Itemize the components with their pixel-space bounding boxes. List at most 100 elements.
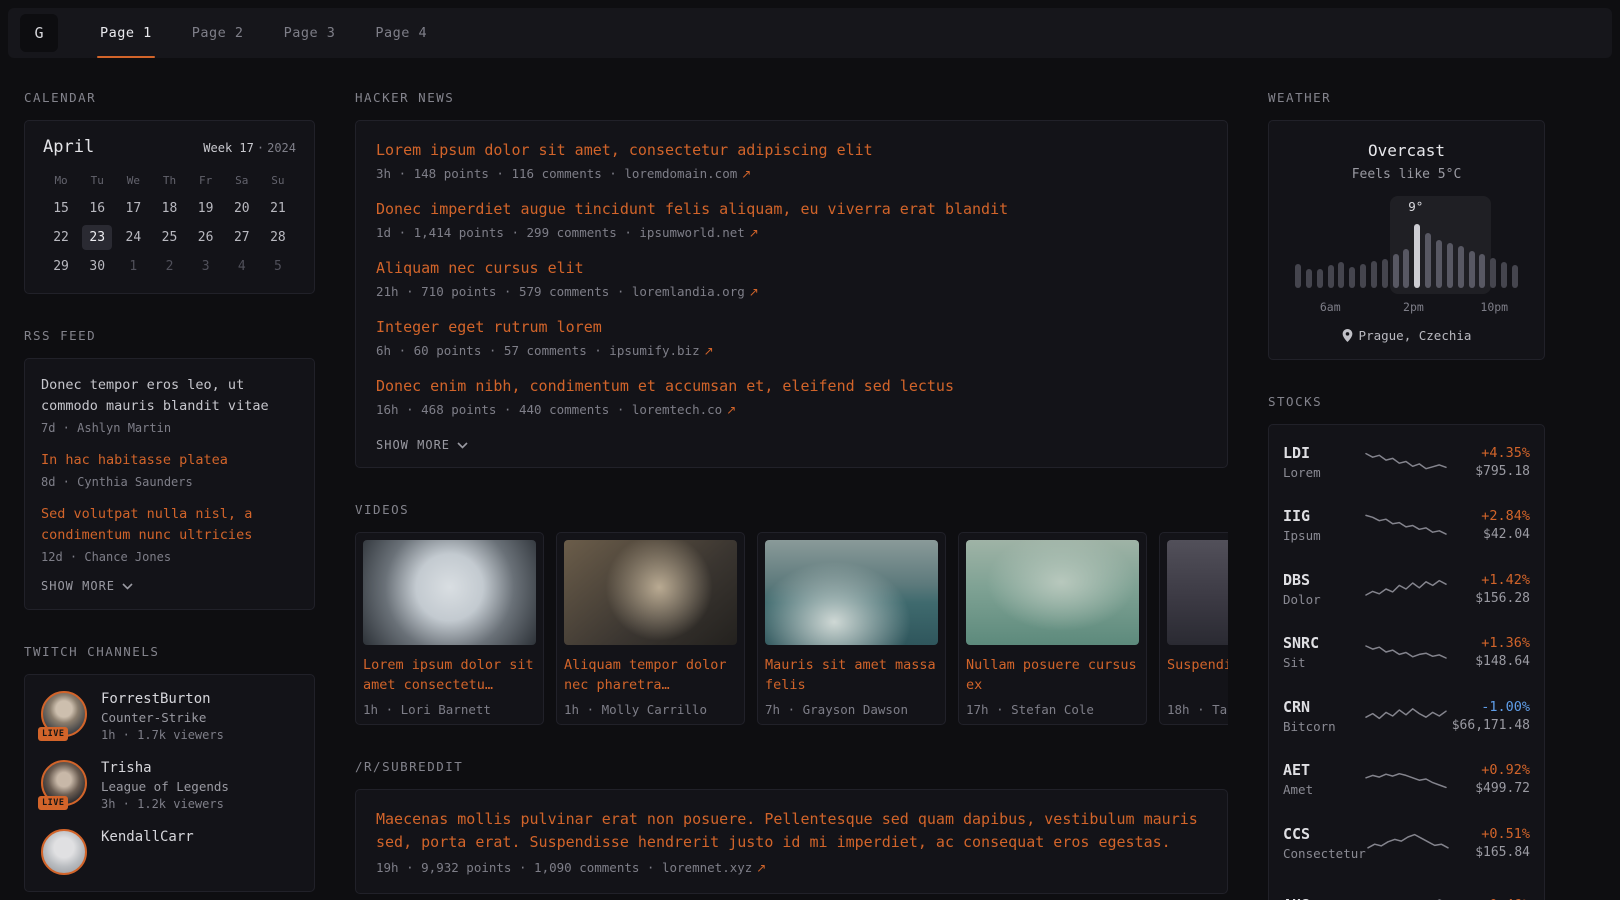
video-thumbnail	[765, 540, 938, 645]
stock-price: $148.64	[1448, 654, 1530, 669]
stocks-list: LDI Lorem +4.35% $795.18 IIG Ipsum +2.84…	[1268, 424, 1545, 900]
hackernews-item-link[interactable]: ipsumworld.net	[639, 225, 744, 240]
middle-column: HACKER NEWS Lorem ipsum dolor sit amet, …	[355, 90, 1228, 894]
weather-hour-bar	[1317, 269, 1323, 288]
page-tab[interactable]: Page 1	[80, 8, 172, 58]
video-meta: 1h · Lori Barnett	[363, 702, 536, 717]
stock-name: Consectetur	[1283, 846, 1366, 861]
stock-name: Lorem	[1283, 465, 1364, 480]
hackernews-item[interactable]: Aliquam nec cursus elit 21h · 710 points…	[376, 257, 1207, 299]
video-thumbnail	[966, 540, 1139, 645]
subreddit-post[interactable]: Maecenas mollis pulvinar erat non posuer…	[376, 808, 1207, 875]
calendar-weekday-header: Su	[260, 167, 296, 194]
weather-hour-bar	[1338, 262, 1344, 288]
stocks-widget: STOCKS LDI Lorem +4.35% $795.18 IIG Ipsu…	[1268, 394, 1545, 900]
stock-row[interactable]: CRN Bitcorn -1.00% $66,171.48	[1283, 684, 1530, 748]
calendar-weekday-header: Sa	[224, 167, 260, 194]
hackernews-item[interactable]: Donec imperdiet augue tincidunt felis al…	[376, 198, 1207, 240]
weather-hour-bar	[1414, 224, 1420, 288]
rss-item[interactable]: In hac habitasse platea 8d · Cynthia Sau…	[41, 450, 298, 489]
hackernews-item-title: Aliquam nec cursus elit	[376, 257, 1207, 279]
calendar-day: 15	[46, 196, 76, 221]
avatar: LIVE	[41, 760, 87, 806]
calendar-day: 26	[191, 225, 221, 250]
stock-row[interactable]: IIG Ipsum +2.84% $42.04	[1283, 494, 1530, 558]
page-tab[interactable]: Page 2	[172, 8, 264, 58]
section-title-weather: WEATHER	[1268, 90, 1545, 105]
page-tab[interactable]: Page 3	[264, 8, 356, 58]
video-thumbnail	[363, 540, 536, 645]
section-title-rss: RSS FEED	[24, 328, 315, 343]
twitch-channel-name: Trisha	[101, 760, 229, 776]
video-card[interactable]: Mauris sit amet massa felis 7h · Grayson…	[757, 532, 946, 725]
stock-price: $499.72	[1448, 781, 1530, 796]
top-bar: G Page 1Page 2Page 3Page 4	[8, 8, 1612, 58]
twitch-channel[interactable]: LIVE Trisha League of Legends 3h · 1.2k …	[41, 760, 298, 811]
weather-card: Overcast Feels like 5°C 9° 6am2pm10pm Pr…	[1268, 120, 1545, 360]
calendar-widget: CALENDAR April Week 17·2024 MoTuWeThFrSa…	[24, 90, 315, 294]
video-card[interactable]: Suspendisse diam 18h · Tara	[1159, 532, 1228, 725]
stock-ticker: SNRC	[1283, 634, 1364, 652]
rss-show-more-button[interactable]: SHOW MORE	[41, 579, 133, 593]
hackernews-item-stats: 1d · 1,414 points · 299 comments ·	[376, 225, 639, 240]
calendar-year: 2024	[267, 141, 296, 155]
video-thumbnail	[564, 540, 737, 645]
weather-hour-bar	[1306, 269, 1312, 288]
hackernews-item-link[interactable]: loremdomain.com	[624, 166, 737, 181]
weather-condition: Overcast	[1283, 141, 1530, 160]
subreddit-post-link[interactable]: loremnet.xyz	[662, 860, 752, 875]
section-title-videos: VIDEOS	[355, 502, 1228, 517]
hackernews-item-link[interactable]: loremtech.co	[632, 402, 722, 417]
stock-row[interactable]: DBS Dolor +1.42% $156.28	[1283, 557, 1530, 621]
calendar-day: 27	[227, 225, 257, 250]
hackernews-show-more-button[interactable]: SHOW MORE	[376, 438, 468, 452]
stock-price: $156.28	[1448, 591, 1530, 606]
twitch-channel[interactable]: KendallCarr	[41, 829, 298, 875]
live-badge: LIVE	[38, 727, 68, 741]
hackernews-item-link[interactable]: ipsumify.biz	[609, 343, 699, 358]
hackernews-item[interactable]: Integer eget rutrum lorem 6h · 60 points…	[376, 316, 1207, 358]
stock-name: Sit	[1283, 655, 1364, 670]
weather-hour-bar	[1371, 261, 1377, 288]
video-list: Lorem ipsum dolor sit amet consectetu… 1…	[355, 532, 1228, 725]
calendar-day: 2	[154, 254, 184, 279]
video-title: Aliquam tempor dolor nec pharetra…	[564, 655, 737, 695]
hackernews-item-title: Lorem ipsum dolor sit amet, consectetur …	[376, 139, 1207, 161]
twitch-channel[interactable]: LIVE ForrestBurton Counter-Strike 1h · 1…	[41, 691, 298, 742]
stock-row[interactable]: AET Amet +0.92% $499.72	[1283, 748, 1530, 812]
stock-row[interactable]: LDI Lorem +4.35% $795.18	[1283, 430, 1530, 494]
stock-change: +1.42%	[1448, 572, 1530, 588]
stock-row[interactable]: AHS +0.46%	[1283, 875, 1530, 900]
stock-price: $165.84	[1450, 845, 1530, 860]
chevron-down-icon	[122, 583, 133, 590]
rss-item-title: In hac habitasse platea	[41, 450, 298, 471]
hackernews-item-stats: 6h · 60 points · 57 comments ·	[376, 343, 609, 358]
weather-hour-bar	[1501, 262, 1507, 288]
rss-item[interactable]: Sed volutpat nulla nisl, a condimentum n…	[41, 504, 298, 564]
video-card[interactable]: Aliquam tempor dolor nec pharetra… 1h · …	[556, 532, 745, 725]
weather-feels-like: Feels like 5°C	[1283, 167, 1530, 182]
hackernews-item[interactable]: Donec enim nibh, condimentum et accumsan…	[376, 375, 1207, 417]
stock-row[interactable]: SNRC Sit +1.36% $148.64	[1283, 621, 1530, 685]
calendar-weekday-header: Fr	[188, 167, 224, 194]
weather-location-row: Prague, Czechia	[1283, 328, 1530, 343]
section-title-twitch: TWITCH CHANNELS	[24, 644, 315, 659]
calendar-day: 5	[263, 254, 293, 279]
weather-hour-bar	[1469, 251, 1475, 288]
twitch-channel-list: LIVE ForrestBurton Counter-Strike 1h · 1…	[24, 674, 315, 892]
calendar-month: April	[43, 137, 94, 157]
hackernews-item-link[interactable]: loremlandia.org	[632, 284, 745, 299]
hackernews-item[interactable]: Lorem ipsum dolor sit amet, consectetur …	[376, 139, 1207, 181]
weather-hour-bar	[1436, 240, 1442, 288]
video-meta: 7h · Grayson Dawson	[765, 702, 938, 717]
stock-name: Bitcorn	[1283, 719, 1364, 734]
page-tab[interactable]: Page 4	[355, 8, 447, 58]
video-card[interactable]: Lorem ipsum dolor sit amet consectetu… 1…	[355, 532, 544, 725]
app-logo[interactable]: G	[20, 14, 58, 52]
video-thumbnail	[1167, 540, 1228, 645]
rss-item[interactable]: Donec tempor eros leo, ut commodo mauris…	[41, 375, 298, 435]
stock-row[interactable]: CCS Consectetur +0.51% $165.84	[1283, 811, 1530, 875]
weather-hour-bar	[1349, 267, 1355, 288]
video-card[interactable]: Nullam posuere cursus ex 17h · Stefan Co…	[958, 532, 1147, 725]
calendar-day: 19	[191, 196, 221, 221]
